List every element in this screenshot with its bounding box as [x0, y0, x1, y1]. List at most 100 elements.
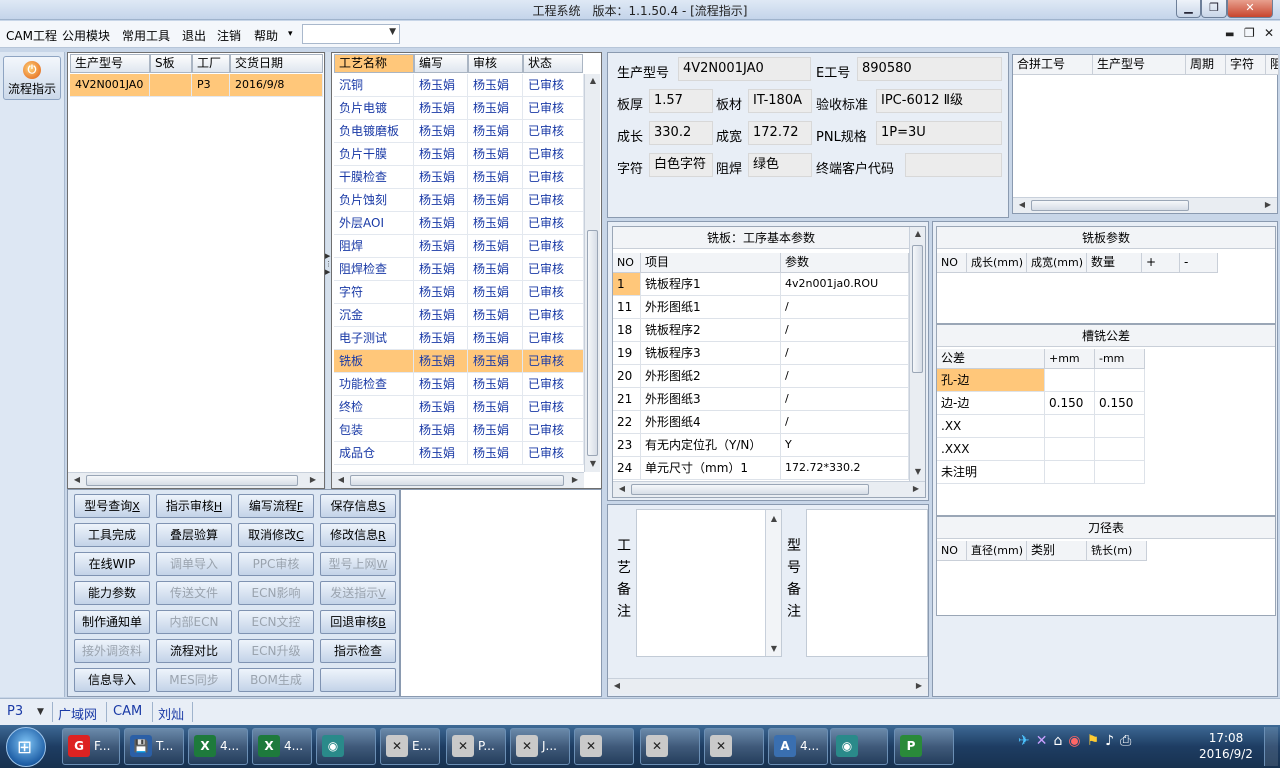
taskbar-item[interactable]: ✕ — [574, 728, 634, 765]
status-cell[interactable]: 已审核 — [523, 419, 584, 442]
writer-cell[interactable]: 杨玉娟 — [414, 373, 468, 396]
action-button[interactable]: ECN影响 — [238, 581, 314, 605]
action-button[interactable]: 修改信息R — [320, 523, 396, 547]
clock[interactable]: 17:08 2016/9/2 — [1194, 730, 1258, 762]
process-name-cell[interactable]: 阻焊检查 — [334, 258, 414, 281]
scroll-left-icon[interactable]: ◀ — [70, 475, 84, 484]
process-name-cell[interactable]: 负片电镀 — [334, 97, 414, 120]
action-button[interactable]: 流程对比 — [156, 639, 232, 663]
reviewer-cell[interactable]: 杨玉娟 — [468, 189, 523, 212]
status-cell[interactable]: 已审核 — [523, 166, 584, 189]
status-cell[interactable]: 已审核 — [523, 442, 584, 465]
tray-volume-icon[interactable]: ♪ — [1105, 733, 1120, 749]
action-button[interactable]: 工具完成 — [74, 523, 150, 547]
col-merge-char[interactable]: 字符 — [1226, 55, 1266, 75]
module-combo[interactable]: ▼ — [302, 24, 400, 44]
action-button[interactable]: 指示检查 — [320, 639, 396, 663]
process-name-cell[interactable]: 包装 — [334, 419, 414, 442]
process-name-cell[interactable]: 负片干膜 — [334, 143, 414, 166]
remarks-hscroll[interactable]: ◀ ▶ — [608, 678, 928, 694]
status-cell[interactable]: 已审核 — [523, 258, 584, 281]
taskbar-item[interactable]: ✕ — [704, 728, 764, 765]
params-hscroll[interactable]: ◀ ▶ — [613, 481, 925, 497]
model-cell[interactable]: 4V2N001JA0 — [70, 74, 150, 97]
col-mill-no[interactable]: NO — [937, 253, 967, 273]
action-button[interactable]: 制作通知单 — [74, 610, 150, 634]
action-button[interactable]: 回退审核B — [320, 610, 396, 634]
tol-minus-cell[interactable] — [1095, 415, 1145, 438]
tol-plus-cell[interactable] — [1045, 438, 1095, 461]
scroll-up-icon[interactable]: ▲ — [911, 229, 925, 238]
process-name-cell[interactable]: 阻焊 — [334, 235, 414, 258]
scroll-thumb[interactable] — [86, 475, 298, 486]
col-merge-period[interactable]: 周期 — [1186, 55, 1226, 75]
model-remark-textarea[interactable] — [806, 509, 928, 657]
status-factory[interactable]: P3 — [7, 704, 23, 719]
status-cell[interactable]: 已审核 — [523, 235, 584, 258]
status-cell[interactable]: 已审核 — [523, 120, 584, 143]
col-s-board[interactable]: S板 — [150, 54, 192, 73]
status-cell[interactable]: 已审核 — [523, 396, 584, 419]
process-name-cell[interactable]: 字符 — [334, 281, 414, 304]
model-field[interactable]: 4V2N001JA0 — [678, 57, 811, 81]
process-remark-textarea[interactable]: ▲ ▼ — [636, 509, 782, 657]
process-name-cell[interactable]: 铣板 — [334, 350, 414, 373]
status-cell[interactable]: 已审核 — [523, 143, 584, 166]
param-no-cell[interactable]: 24 — [613, 457, 641, 480]
writer-cell[interactable]: 杨玉娟 — [414, 74, 468, 97]
writer-cell[interactable]: 杨玉娟 — [414, 120, 468, 143]
remark-vscroll[interactable]: ▲ ▼ — [765, 510, 781, 656]
scroll-right-icon[interactable]: ▶ — [909, 484, 923, 493]
action-button[interactable]: ECN升级 — [238, 639, 314, 663]
scroll-right-icon[interactable]: ▶ — [568, 475, 582, 484]
taskbar-item[interactable]: P — [894, 728, 954, 765]
process-name-cell[interactable]: 负片蚀刻 — [334, 189, 414, 212]
reviewer-cell[interactable]: 杨玉娟 — [468, 212, 523, 235]
col-merge-model[interactable]: 生产型号 — [1093, 55, 1186, 75]
action-button[interactable]: PPC审核 — [238, 552, 314, 576]
menu-exit[interactable]: 退出 — [182, 27, 206, 44]
action-button[interactable]: 叠层验算 — [156, 523, 232, 547]
writer-cell[interactable]: 杨玉娟 — [414, 258, 468, 281]
taskbar-item[interactable]: ✕ J... — [510, 728, 570, 765]
reviewer-cell[interactable]: 杨玉娟 — [468, 350, 523, 373]
param-no-cell[interactable]: 22 — [613, 411, 641, 434]
writer-cell[interactable]: 杨玉娟 — [414, 189, 468, 212]
scroll-up-icon[interactable]: ▲ — [586, 76, 600, 85]
param-item-cell[interactable]: 铣板程序1 — [641, 273, 781, 296]
tol-plus-cell[interactable] — [1045, 415, 1095, 438]
action-button[interactable]: 保存信息S — [320, 494, 396, 518]
process-name-cell[interactable]: 沉铜 — [334, 74, 414, 97]
param-no-cell[interactable]: 23 — [613, 434, 641, 457]
reviewer-cell[interactable]: 杨玉娟 — [468, 166, 523, 189]
param-no-cell[interactable]: 18 — [613, 319, 641, 342]
col-tool-diameter[interactable]: 直径(mm) — [967, 541, 1027, 561]
menu-tools[interactable]: 常用工具 — [122, 27, 170, 44]
action-button[interactable]: 接外调资料 — [74, 639, 150, 663]
taskbar-item[interactable]: ✕ — [640, 728, 700, 765]
reviewer-cell[interactable]: 杨玉娟 — [468, 419, 523, 442]
param-item-cell[interactable]: 单元尺寸（mm）1 — [641, 457, 781, 480]
scroll-thumb[interactable] — [587, 230, 598, 456]
tol-name-cell[interactable]: .XXX — [937, 438, 1045, 461]
tray-x-icon[interactable]: ✕ — [1036, 733, 1054, 749]
taskbar-item[interactable]: X 4... — [252, 728, 312, 765]
taskbar-item[interactable]: ◉ — [830, 728, 888, 765]
length-field[interactable]: 330.2 — [649, 121, 713, 145]
param-item-cell[interactable]: 外形图纸2 — [641, 365, 781, 388]
status-cell[interactable]: 已审核 — [523, 281, 584, 304]
writer-cell[interactable]: 杨玉娟 — [414, 419, 468, 442]
scroll-down-icon[interactable]: ▼ — [767, 644, 781, 653]
process-name-cell[interactable]: 终检 — [334, 396, 414, 419]
standard-field[interactable]: IPC-6012 Ⅱ级 — [876, 89, 1002, 113]
process-name-cell[interactable]: 沉金 — [334, 304, 414, 327]
thickness-field[interactable]: 1.57 — [649, 89, 713, 113]
start-button[interactable]: ⊞ — [6, 727, 46, 767]
tray-security-icon[interactable]: ◉ — [1068, 733, 1086, 749]
param-item-cell[interactable]: 铣板程序3 — [641, 342, 781, 365]
flow-indicator-button[interactable]: ⏻ 流程指示 — [3, 56, 61, 100]
action-button[interactable]: 指示审核H — [156, 494, 232, 518]
col-delivery-date[interactable]: 交货日期 — [230, 54, 323, 73]
width-field[interactable]: 172.72 — [748, 121, 812, 145]
param-value-cell[interactable]: / — [781, 365, 909, 388]
